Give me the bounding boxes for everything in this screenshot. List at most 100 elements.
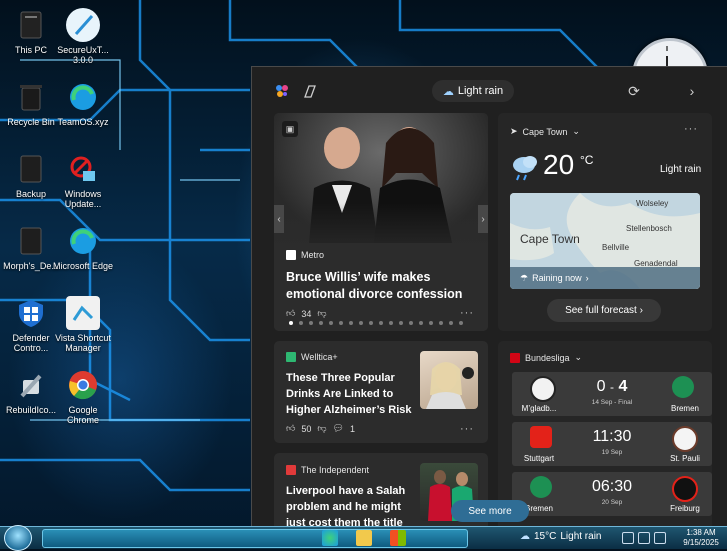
away-team: St. Pauli [670,454,700,463]
see-full-forecast-button[interactable]: See full forecast › [547,299,661,322]
tray-icon[interactable] [622,532,634,544]
match-date: 20 Sep [601,499,623,506]
hero-actions: 👍︎ 34 👎︎ [286,308,327,319]
hero-source[interactable]: Metro [286,250,324,260]
carousel-next-icon[interactable]: › [478,205,488,233]
more-options-icon[interactable]: ··· [460,307,474,319]
article-headline[interactable]: These Three Popular Drinks Are Linked to… [286,370,416,418]
cloud-rain-icon: ☁ [520,531,530,542]
widgets-top-bar: ☁ Light rain ⟳ › [252,67,727,113]
carousel-dot[interactable] [389,321,393,325]
desktop-icon-secureux[interactable]: SecureUxT... 3.0.0 [52,8,114,65]
match-row[interactable]: Bremen 06:30 20 Sep Freiburg [512,472,712,516]
carousel-dot[interactable] [369,321,373,325]
carousel-dot[interactable] [379,321,383,325]
hero-headline[interactable]: Bruce Willis’ wife makes emotional divor… [286,269,476,303]
carousel-dot[interactable] [429,321,433,325]
carousel-dot[interactable] [319,321,323,325]
store-icon[interactable] [390,530,406,546]
map-city-label: Cape Town [520,232,580,246]
weather-chip[interactable]: ☁ Light rain [432,80,514,102]
desktop-icon-microsoft-edge[interactable]: Microsoft Edge [52,224,114,271]
chevron-right-icon[interactable]: › [682,81,702,101]
article-source[interactable]: Welltica+ [286,352,338,362]
article-thumbnail [420,351,478,409]
like-icon[interactable]: 👍︎ [286,423,295,434]
home-score: 0 [596,378,606,395]
refresh-icon[interactable]: ⟳ [624,81,644,101]
desktop-icon-label: Vista Shortcut Manager [55,333,111,353]
desktop-icon-google-chrome[interactable]: Google Chrome [52,368,114,425]
like-icon[interactable]: 👍︎ [286,308,295,319]
carousel-dot[interactable] [289,321,293,325]
raining-now-bar[interactable]: ☂ Raining now › [510,267,700,289]
computer-icon [14,8,48,42]
taskbar-weather-temp: 15°C [534,531,557,542]
carousel-dot[interactable] [439,321,443,325]
match-date: 19 Sep [601,449,623,456]
bundesliga-title: Bundesliga [525,352,570,363]
carousel-dot[interactable] [299,321,303,325]
weather-map[interactable]: Cape Town Wolseley Stellenbosch Bellvill… [510,193,700,289]
more-options-icon[interactable]: ··· [460,423,474,435]
sports-icon[interactable] [300,81,320,101]
carousel-dot[interactable] [339,321,343,325]
carousel-dot[interactable] [349,321,353,325]
clock-date: 9/15/2025 [683,538,719,547]
article-source-label: Welltica+ [301,352,338,362]
folder-icon [14,224,48,258]
comment-icon[interactable]: 💬︎ [333,423,344,434]
volume-icon[interactable] [654,532,666,544]
carousel-dot[interactable] [309,321,313,325]
dislike-icon[interactable]: 👎︎ [317,308,326,319]
dislike-icon[interactable]: 👎︎ [317,423,326,434]
map-label: Bellville [602,243,630,252]
weather-more-icon[interactable]: ··· [684,123,698,135]
start-button[interactable] [4,525,32,551]
desktop-icon-windows-update[interactable]: Windows Update... [52,152,114,209]
wellticaplus-logo-icon [286,352,296,362]
see-more-button[interactable]: See more [451,500,529,522]
article-headline[interactable]: Liverpool have a Salah problem and he mi… [286,483,416,527]
article-source[interactable]: The Independent [286,465,369,475]
weather-condition: Light rain [660,164,702,175]
match-row[interactable]: Stuttgart 11:30 19 Sep St. Pauli [512,422,712,466]
wrench-icon [14,368,48,402]
carousel-dot[interactable] [459,321,463,325]
desktop-icon-vista-shortcut[interactable]: Vista Shortcut Manager [52,296,114,353]
widgets-home-icon[interactable] [272,81,292,101]
widgets-panel: ☁ Light rain ⟳ › ▣ ‹ › Metro Bruce Willi… [251,66,727,528]
weather-location[interactable]: ➤ Cape Town ⌄ [510,126,580,137]
carousel-dot[interactable] [449,321,453,325]
carousel-dot[interactable] [419,321,423,325]
hero-news-card[interactable]: ▣ ‹ › Metro Bruce Willis’ wife makes emo… [274,113,488,331]
taskbar-weather[interactable]: ☁ 15°C Light rain [520,531,601,542]
match-time: 11:30 [592,428,632,445]
desktop-icon-label: Google Chrome [66,405,99,425]
forecast-button-label: See full forecast [565,305,637,316]
chevron-right-icon: › [636,305,643,316]
match-info: 14 Sep - Final [591,399,633,406]
desktop-icon-teamos[interactable]: TeamOS.xyz [52,80,114,127]
carousel-prev-icon[interactable]: ‹ [274,205,284,233]
team-crest-icon [530,476,552,498]
carousel-dot[interactable] [359,321,363,325]
desktop-icon-label: Windows Update... [64,189,102,209]
image-icon[interactable]: ▣ [282,121,298,137]
carousel-dot[interactable] [399,321,403,325]
team-crest-icon [672,376,694,398]
desktop-icon-label: Microsoft Edge [52,261,114,271]
network-icon[interactable] [638,532,650,544]
carousel-dot[interactable] [329,321,333,325]
bundesliga-header[interactable]: Bundesliga ⌄ [510,352,582,363]
team-crest-icon [672,476,698,502]
carousel-dot[interactable] [409,321,413,325]
match-row[interactable]: M’gladb... 0 - 4 14 Sep - Final Bremen [512,372,712,416]
clock-time: 1:38 AM [686,528,716,537]
file-explorer-icon[interactable] [356,530,372,546]
shield-icon [14,296,48,330]
match-time: 06:30 [591,478,633,495]
news-card-wellticaplus[interactable]: Welltica+ These Three Popular Drinks Are… [274,341,488,443]
taskbar-clock[interactable]: 1:38 AM 9/15/2025 [675,528,727,548]
edge-icon[interactable] [322,530,338,546]
